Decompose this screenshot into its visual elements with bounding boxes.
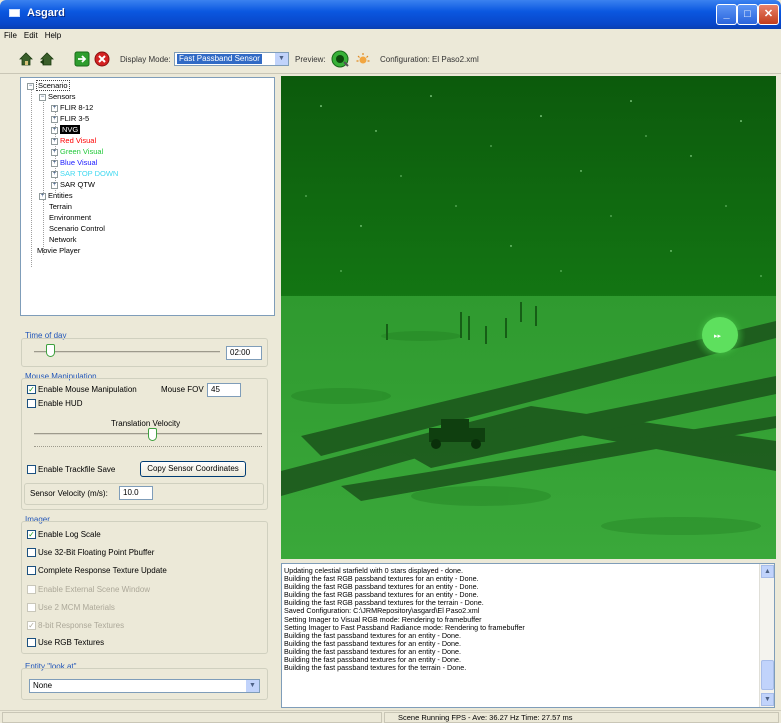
home-back-icon[interactable] [39, 51, 55, 67]
tree-node-network[interactable]: Network [49, 235, 77, 245]
enable-external-scene-window-checkbox: Enable External Scene Window [27, 584, 150, 595]
translation-slider-thumb[interactable] [148, 428, 157, 441]
status-message: Scene Running FPS - Ave: 36.27 Hz Time: … [398, 713, 573, 722]
expand-icon[interactable]: + [51, 181, 58, 189]
status-cell [2, 712, 382, 723]
copy-sensor-coordinates-button[interactable]: Copy Sensor Coordinates [140, 461, 246, 477]
use-2-mcm-materials-checkbox: Use 2 MCM Materials [27, 602, 115, 613]
enable-mouse-manipulation-checkbox[interactable]: ✓ Enable Mouse Manipulation [27, 384, 137, 395]
tree-node-sensor-selected[interactable]: + NVG [51, 125, 81, 135]
chevron-down-icon[interactable]: ▼ [275, 53, 288, 65]
log-output[interactable]: Updating celestial starfield with 0 star… [281, 563, 775, 708]
tree-node-scenario[interactable]: − Scenario [27, 80, 70, 91]
collapse-icon[interactable]: − [39, 93, 46, 101]
checkmark-icon: ✓ [27, 530, 36, 540]
night-vision-scene[interactable]: ▸▸ [281, 76, 776, 559]
translation-velocity-label: Translation Velocity [111, 419, 181, 428]
use-rgb-textures-checkbox[interactable]: Use RGB Textures [27, 637, 104, 648]
translation-slider-ticks [34, 445, 262, 447]
tree-node-sensors[interactable]: − Sensors [39, 92, 76, 102]
tree-node-sensor[interactable]: + SAR TOP DOWN [51, 169, 118, 179]
expand-icon[interactable]: + [51, 104, 58, 112]
display-mode-value: Fast Passband Sensor [177, 54, 262, 64]
enable-log-scale-checkbox[interactable]: ✓ Enable Log Scale [27, 529, 101, 540]
expand-icon[interactable]: + [51, 115, 58, 123]
stop-icon[interactable] [94, 51, 110, 67]
preview-label: Preview: [295, 55, 326, 64]
scroll-down-icon[interactable]: ▼ [761, 693, 774, 706]
menu-help[interactable]: Help [41, 29, 64, 40]
enable-hud-checkbox[interactable]: Enable HUD [27, 398, 82, 409]
window-title: Asgard [27, 7, 65, 19]
scenario-tree[interactable]: − Scenario − Sensors + FLIR 8-12 + FLIR 3-5 … [20, 77, 275, 316]
sensor-velocity-label: Sensor Velocity (m/s): [30, 489, 108, 498]
status-bar: Scene Running FPS - Ave: 36.27 Hz Time: … [0, 710, 781, 723]
expand-icon[interactable]: + [51, 137, 58, 145]
tree-node-terrain[interactable]: Terrain [49, 202, 72, 212]
menu-edit[interactable]: Edit [20, 29, 41, 40]
menu-file[interactable]: File [0, 29, 20, 40]
menu-bar: File Edit Help [0, 29, 781, 43]
maximize-button[interactable]: □ [737, 4, 758, 25]
enable-trackfile-save-checkbox[interactable]: Enable Trackfile Save [27, 464, 115, 475]
tree-node-entities[interactable]: + Entities [39, 191, 73, 201]
light-marker: ▸▸ [714, 333, 722, 340]
entity-look-at-value: None [33, 681, 53, 690]
sensor-velocity-input[interactable]: 10.0 [119, 486, 153, 500]
home-icon[interactable] [18, 51, 34, 67]
close-button[interactable]: ✕ [758, 4, 779, 25]
scroll-up-icon[interactable]: ▲ [761, 565, 774, 578]
expand-icon[interactable]: + [51, 170, 58, 178]
run-icon[interactable] [74, 51, 90, 67]
tree-node-scenario-control[interactable]: Scenario Control [49, 224, 105, 234]
log-lines: Updating celestial starfield with 0 star… [284, 566, 754, 673]
tree-node-environment[interactable]: Environment [49, 213, 91, 223]
time-slider-track[interactable] [34, 351, 220, 353]
display-mode-label: Display Mode: [120, 55, 171, 64]
title-bar: Asgard _ □ ✕ [0, 0, 781, 29]
mouse-fov-label: Mouse FOV [161, 385, 204, 394]
toolbar: Display Mode: Fast Passband Sensor ▼ Pre… [0, 43, 781, 74]
tree-node-sensor[interactable]: + Red Visual [51, 136, 96, 146]
scrollbar-thumb[interactable] [761, 660, 774, 690]
time-slider-thumb[interactable] [46, 344, 55, 357]
preview-sun-icon[interactable] [355, 51, 371, 67]
expand-icon[interactable]: + [39, 192, 46, 200]
complete-response-texture-checkbox[interactable]: Complete Response Texture Update [27, 565, 167, 576]
entity-look-at-select[interactable]: None ▼ [29, 679, 260, 693]
expand-icon[interactable]: + [51, 159, 58, 167]
use-32bit-pbuffer-checkbox[interactable]: Use 32-Bit Floating Point Pbuffer [27, 547, 154, 558]
8bit-response-textures-checkbox: ✓ 8-bit Response Textures [27, 621, 125, 631]
time-of-day-input[interactable]: 02:00 [226, 346, 262, 360]
expand-icon[interactable]: + [51, 148, 58, 156]
tree-node-sensor[interactable]: + SAR QTW [51, 180, 95, 190]
collapse-icon[interactable]: − [27, 82, 34, 90]
checkmark-icon: ✓ [27, 621, 36, 631]
app-icon [9, 9, 20, 17]
checkmark-icon: ✓ [27, 385, 36, 395]
mouse-fov-input[interactable]: 45 [207, 383, 241, 397]
configuration-label: Configuration: El Paso2.xml [380, 55, 479, 64]
display-mode-select[interactable]: Fast Passband Sensor ▼ [174, 52, 289, 66]
tree-node-sensor[interactable]: + FLIR 3-5 [51, 114, 89, 124]
tree-node-sensor[interactable]: + Blue Visual [51, 158, 97, 168]
minimize-button[interactable]: _ [716, 4, 737, 25]
tree-node-movie-player[interactable]: Movie Player [37, 246, 80, 256]
scene-viewport[interactable]: ▸▸ [281, 76, 776, 559]
expand-icon[interactable]: + [51, 126, 58, 134]
preview-globe-icon[interactable] [331, 50, 349, 68]
chevron-down-icon[interactable]: ▼ [246, 680, 259, 692]
log-line: Building the fast passband textures for … [284, 663, 467, 673]
tree-node-sensor[interactable]: + Green Visual [51, 147, 103, 157]
log-scrollbar[interactable]: ▲ ▼ [759, 564, 774, 707]
tree-node-sensor[interactable]: + FLIR 8-12 [51, 103, 93, 113]
